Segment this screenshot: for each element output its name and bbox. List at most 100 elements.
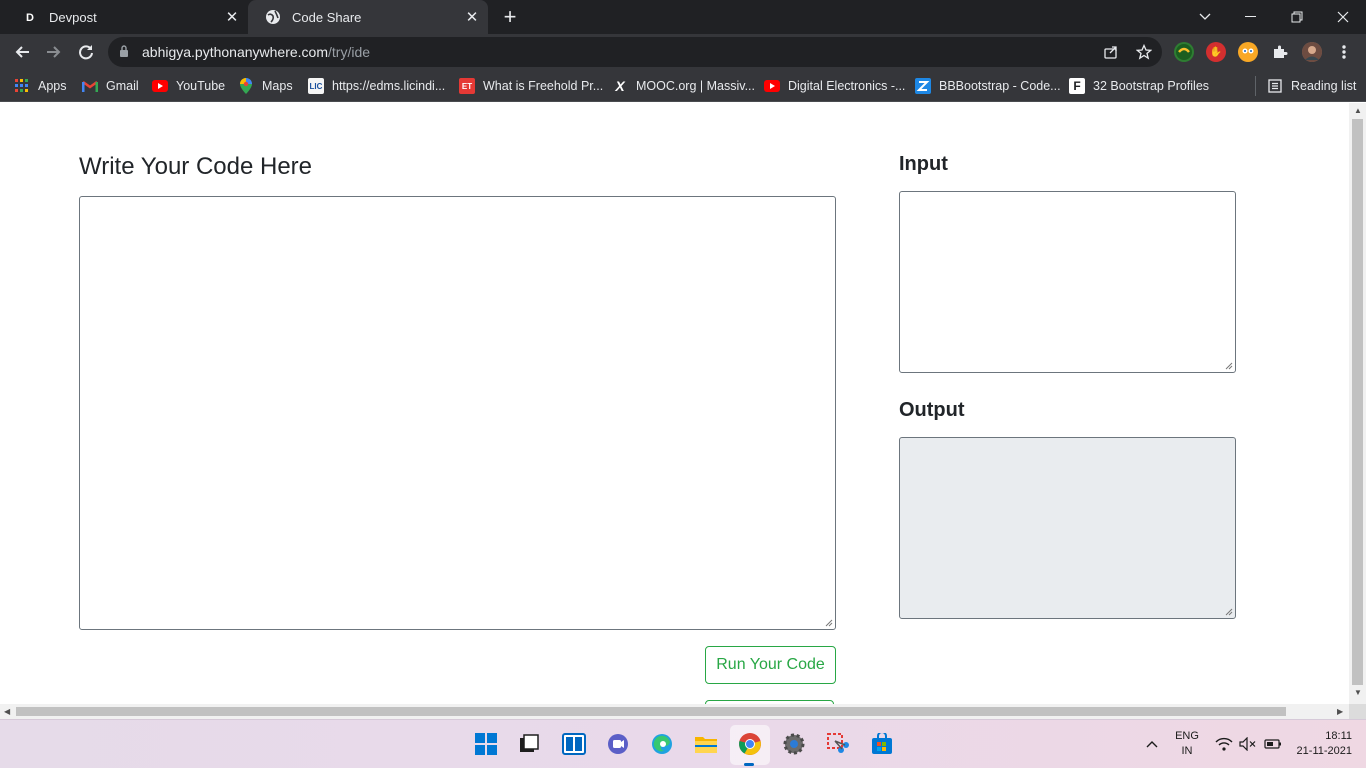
bookmark-youtube[interactable]: YouTube: [152, 76, 225, 96]
globe-icon: [265, 9, 281, 25]
bookmark-star-icon[interactable]: [1135, 43, 1153, 61]
svg-text:D: D: [26, 12, 34, 24]
battery-icon[interactable]: [1261, 731, 1285, 757]
tab-code-share[interactable]: Code Share ✕: [248, 0, 488, 34]
extension-stop-hand-icon[interactable]: ✋: [1206, 42, 1226, 62]
volume-muted-icon[interactable]: [1236, 731, 1260, 757]
reload-button[interactable]: [72, 38, 100, 66]
output-heading: Output: [899, 399, 965, 421]
bookmark-mooc[interactable]: X MOOC.org | Massiv...: [612, 76, 755, 96]
browser-toolbar: abhigya.pythonanywhere.com/try/ide ✋: [0, 34, 1366, 70]
f-icon: F: [1069, 78, 1085, 94]
extensions-puzzle-icon[interactable]: [1270, 42, 1290, 62]
horizontal-scrollbar[interactable]: ◀ ▶: [0, 704, 1349, 719]
bbbootstrap-icon: [915, 78, 931, 94]
youtube-icon: [152, 78, 168, 94]
extension-owl-icon[interactable]: [1238, 42, 1258, 62]
vertical-scrollbar[interactable]: ▲ ▼: [1349, 103, 1366, 704]
tab-strip: D Devpost ✕ Code Share ✕ +: [0, 0, 1366, 34]
scroll-down-arrow-icon[interactable]: ▼: [1354, 688, 1362, 697]
scrollbar-corner: [1349, 704, 1366, 719]
share-icon[interactable]: [1102, 43, 1120, 61]
close-tab-icon[interactable]: ✕: [222, 7, 242, 27]
code-editor-textarea[interactable]: [79, 196, 836, 630]
bookmark-label: Digital Electronics -...: [788, 79, 906, 93]
output-textarea: [899, 437, 1236, 619]
reading-list-button[interactable]: Reading list: [1267, 76, 1356, 96]
gmail-icon: [82, 78, 98, 94]
x-icon: X: [615, 78, 625, 94]
bookmarks-divider: [1255, 76, 1256, 96]
edge-icon[interactable]: [649, 731, 675, 757]
address-bar[interactable]: abhigya.pythonanywhere.com/try/ide: [108, 37, 1162, 67]
bookmark-bbbootstrap[interactable]: BBBootstrap - Code...: [915, 76, 1061, 96]
language-indicator[interactable]: ENG IN: [1172, 729, 1202, 759]
close-window-button[interactable]: [1320, 0, 1366, 34]
vertical-scroll-thumb[interactable]: [1352, 119, 1363, 685]
url-text[interactable]: abhigya.pythonanywhere.com/try/ide: [142, 44, 370, 60]
bookmark-label: Maps: [262, 79, 293, 93]
apps-grid-icon: [14, 78, 30, 94]
et-icon: ET: [459, 78, 475, 94]
bookmark-bootstrap-profiles[interactable]: F 32 Bootstrap Profiles: [1069, 76, 1209, 96]
minimize-button[interactable]: [1228, 0, 1274, 34]
snipping-tool-icon[interactable]: [825, 731, 851, 757]
input-heading: Input: [899, 153, 948, 175]
resize-grip-icon[interactable]: [1225, 362, 1233, 370]
bookmark-label: MOOC.org | Massiv...: [636, 79, 756, 93]
extension-globe-icon[interactable]: [1174, 42, 1194, 62]
teams-chat-icon[interactable]: [605, 731, 631, 757]
system-clock[interactable]: 18:11 21-11-2021: [1290, 729, 1352, 759]
maps-icon: [238, 78, 254, 94]
youtube-icon: [764, 78, 780, 94]
chrome-icon[interactable]: [737, 731, 763, 757]
lic-icon: LIC: [308, 78, 324, 94]
code-heading: Write Your Code Here: [79, 153, 313, 180]
clock-date: 21-11-2021: [1296, 745, 1352, 757]
microsoft-store-icon[interactable]: [869, 731, 895, 757]
page-content: Write Your Code Here Input Output Run Yo…: [0, 103, 1349, 704]
file-explorer-icon[interactable]: [693, 731, 719, 757]
clock-time: 18:11: [1325, 730, 1352, 742]
horizontal-scroll-thumb[interactable]: [16, 707, 1286, 716]
tab-search-icon[interactable]: [1182, 0, 1228, 34]
bookmark-label: Apps: [38, 79, 67, 93]
bookmarks-bar: Apps Gmail YouTube Maps LIC https://edms…: [0, 70, 1366, 102]
task-view-icon[interactable]: [561, 731, 587, 757]
bookmark-label: What is Freehold Pr...: [483, 79, 604, 93]
input-textarea[interactable]: [899, 191, 1236, 373]
scroll-up-arrow-icon[interactable]: ▲: [1354, 106, 1362, 115]
resize-grip-icon[interactable]: [1225, 608, 1233, 616]
lock-icon[interactable]: [119, 45, 129, 63]
settings-gear-icon[interactable]: [781, 731, 807, 757]
show-hidden-icons-chevron-up-icon[interactable]: [1140, 731, 1164, 757]
bookmark-digital-electronics[interactable]: Digital Electronics -...: [764, 76, 905, 96]
start-windows-icon[interactable]: [473, 731, 499, 757]
back-button[interactable]: [8, 38, 36, 66]
language-code: ENG: [1175, 730, 1199, 742]
forward-button[interactable]: [40, 38, 68, 66]
scroll-right-arrow-icon[interactable]: ▶: [1337, 707, 1343, 716]
restore-button[interactable]: [1274, 0, 1320, 34]
bookmark-label: BBBootstrap - Code...: [939, 79, 1061, 93]
bookmark-apps[interactable]: Apps: [14, 76, 67, 96]
bookmark-edms[interactable]: LIC https://edms.licindi...: [308, 76, 445, 96]
run-code-button[interactable]: Run Your Code: [705, 646, 836, 684]
bookmark-label: https://edms.licindi...: [332, 79, 446, 93]
bookmark-gmail[interactable]: Gmail: [82, 76, 139, 96]
tab-devpost[interactable]: D Devpost ✕: [5, 0, 248, 34]
bookmark-freehold[interactable]: ET What is Freehold Pr...: [459, 76, 603, 96]
new-tab-button[interactable]: +: [498, 4, 522, 29]
profile-avatar[interactable]: [1302, 42, 1322, 62]
wifi-icon[interactable]: [1212, 731, 1236, 757]
search-icon[interactable]: [516, 731, 542, 757]
bookmark-maps[interactable]: Maps: [238, 76, 293, 96]
scroll-left-arrow-icon[interactable]: ◀: [4, 707, 10, 716]
close-tab-icon[interactable]: ✕: [462, 7, 482, 27]
active-app-indicator: [744, 763, 754, 766]
resize-grip-icon[interactable]: [825, 619, 833, 627]
region-code: IN: [1181, 745, 1193, 757]
url-path: /try/ide: [328, 44, 371, 60]
chrome-menu-icon[interactable]: [1334, 42, 1354, 62]
reading-list-label: Reading list: [1291, 79, 1357, 93]
